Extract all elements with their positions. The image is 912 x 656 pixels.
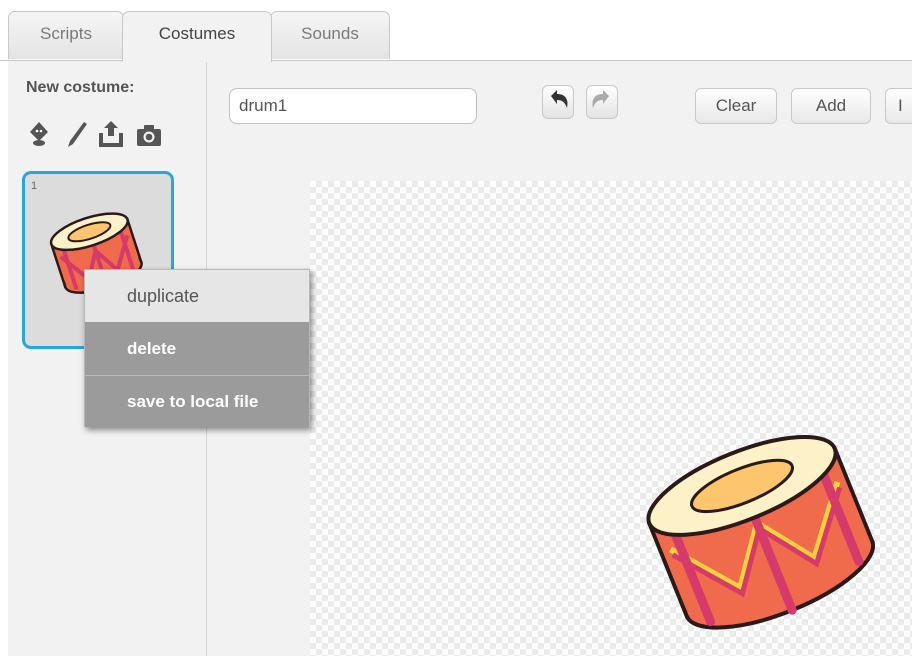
redo-icon xyxy=(592,90,609,108)
paint-brush-icon[interactable] xyxy=(62,119,92,149)
redo-button[interactable] xyxy=(586,85,618,119)
tab-bar: Scripts Costumes Sounds xyxy=(0,0,912,62)
tab-costumes[interactable]: Costumes xyxy=(122,11,272,62)
menu-item-delete[interactable]: delete xyxy=(85,322,309,375)
upload-icon[interactable] xyxy=(96,119,126,149)
sprite-library-icon[interactable] xyxy=(24,119,54,149)
camera-icon[interactable] xyxy=(134,119,164,149)
menu-item-save-to-local-file[interactable]: save to local file xyxy=(85,376,309,427)
tab-sounds-label: Sounds xyxy=(301,24,359,43)
tab-costumes-label: Costumes xyxy=(158,24,236,43)
paint-canvas[interactable] xyxy=(310,181,912,656)
menu-item-duplicate[interactable]: duplicate xyxy=(85,270,309,322)
new-costume-label: New costume: xyxy=(26,79,135,96)
clear-button[interactable]: Clear xyxy=(695,88,777,124)
tab-sounds[interactable]: Sounds xyxy=(270,11,390,59)
import-button[interactable]: I xyxy=(885,88,912,124)
costume-context-menu: duplicate delete save to local file xyxy=(84,269,310,427)
tab-scripts-label: Scripts xyxy=(40,24,92,43)
undo-icon xyxy=(551,90,568,108)
costume-number: 1 xyxy=(31,180,38,192)
undo-button[interactable] xyxy=(542,85,574,119)
drum-costume-image xyxy=(646,434,876,630)
add-button[interactable]: Add xyxy=(791,88,871,124)
tab-scripts[interactable]: Scripts xyxy=(8,11,124,59)
paint-editor: Clear Add I xyxy=(207,61,912,656)
costume-name-input[interactable] xyxy=(229,88,477,124)
